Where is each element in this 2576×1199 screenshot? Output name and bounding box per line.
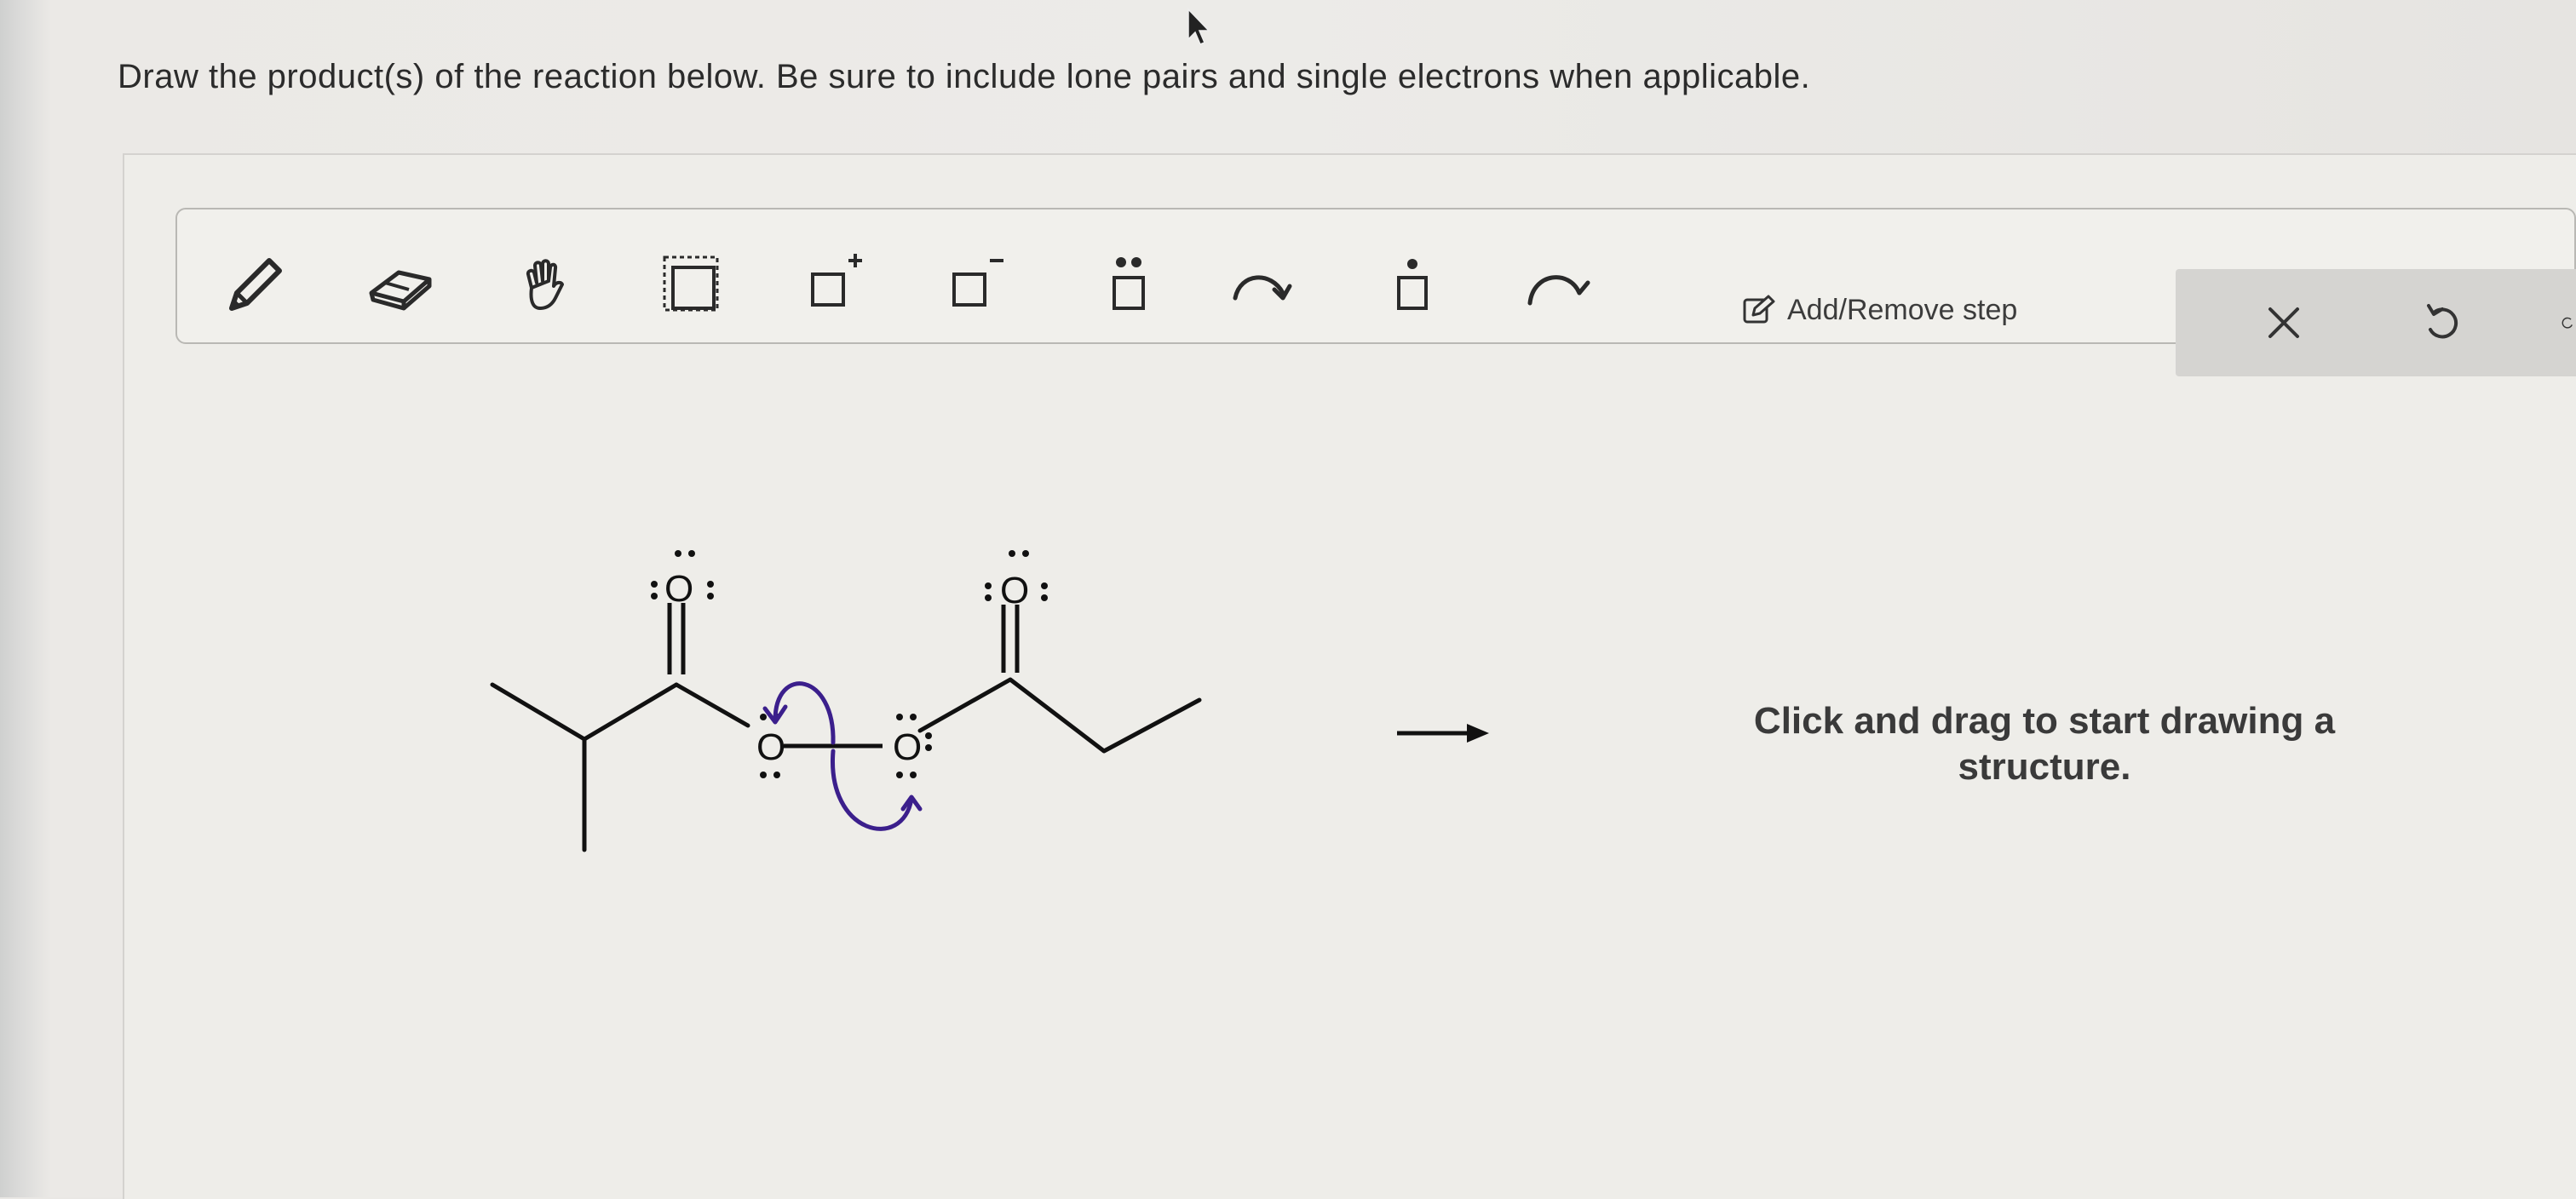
square-plus-icon — [811, 254, 862, 307]
square-lone-pair-icon — [1113, 257, 1145, 310]
page: Draw the product(s) of the reaction belo… — [0, 0, 2576, 1199]
redo-button[interactable] — [2525, 284, 2576, 361]
dashed-square-icon — [663, 255, 719, 312]
pencil-tool[interactable] — [215, 244, 296, 325]
undo-button[interactable] — [2404, 284, 2481, 361]
selection-tool[interactable] — [651, 244, 733, 325]
carbonyl-oxygen-right: O — [1000, 570, 1029, 611]
carbonyl-oxygen-left: O — [664, 568, 693, 610]
redo-icon — [2562, 317, 2573, 329]
clear-button[interactable] — [2245, 284, 2322, 361]
peroxide-oxygen-left: O — [756, 726, 785, 768]
peroxide-oxygen-right: O — [893, 726, 922, 768]
edit-icon — [1743, 295, 1775, 324]
eraser-tool[interactable] — [359, 244, 441, 325]
square-minus-icon — [952, 259, 1003, 307]
close-icon — [2268, 307, 2299, 338]
toolbar-controls — [2176, 269, 2576, 376]
single-electron-tool[interactable] — [1371, 244, 1453, 325]
reaction-arrow-icon — [1394, 720, 1496, 750]
half-arrow-icon — [1527, 275, 1590, 306]
reactant-molecule: O O O O — [477, 528, 1244, 890]
add-remove-step-button[interactable]: Add/Remove step — [1741, 293, 2017, 327]
eraser-icon — [369, 270, 432, 311]
positive-charge-tool[interactable] — [796, 244, 877, 325]
square-single-dot-icon — [1397, 259, 1428, 310]
question-prompt: Draw the product(s) of the reaction belo… — [118, 58, 1811, 95]
hand-icon — [526, 259, 564, 310]
negative-charge-tool[interactable] — [937, 244, 1019, 325]
mouse-cursor-icon — [1186, 7, 1211, 52]
undo-icon — [2427, 304, 2458, 339]
electron-pair-arrow-tool[interactable] — [1223, 244, 1305, 325]
single-electron-arrow-tool[interactable] — [1518, 244, 1600, 325]
add-remove-step-label: Add/Remove step — [1787, 293, 2018, 326]
canvas-hint: Click and drag to start drawing a struct… — [1753, 700, 2336, 788]
pencil-icon — [229, 258, 282, 311]
hand-tool[interactable] — [508, 244, 589, 325]
lone-pair-tool[interactable] — [1087, 244, 1169, 325]
curved-arrow-icon — [1233, 275, 1292, 301]
